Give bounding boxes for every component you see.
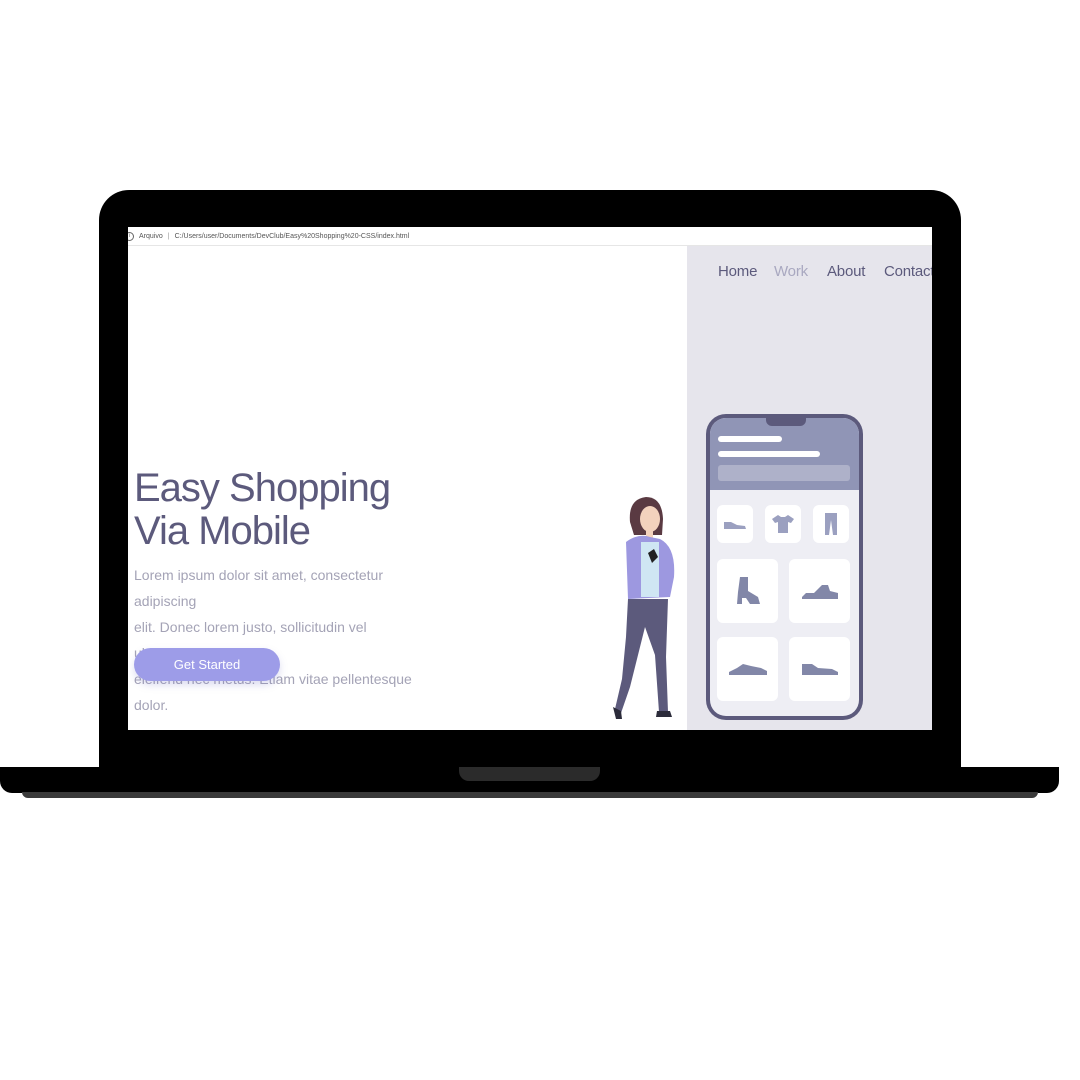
url-text[interactable]: C:/Users/user/Documents/DevClub/Easy%20S… (175, 233, 410, 240)
pants-icon (825, 513, 837, 535)
hero-title-line-1: Easy Shopping (134, 466, 391, 510)
nav-home[interactable]: Home (718, 263, 757, 280)
product-card (813, 505, 849, 543)
laptop-screen: i Arquivo | C:/Users/user/Documents/DevC… (128, 227, 932, 730)
sneaker-icon (724, 522, 746, 529)
product-card (717, 637, 778, 701)
phone-search-bar (718, 465, 850, 481)
product-card (717, 559, 778, 623)
product-card (717, 505, 753, 543)
hero-text-line-1: Lorem ipsum dolor sit amet, consectetur … (134, 567, 383, 609)
tshirt-icon (772, 515, 794, 533)
sneaker-icon (801, 664, 838, 675)
get-started-button[interactable]: Get Started (134, 648, 280, 681)
hero-title: Easy Shopping Via Mobile (134, 466, 391, 553)
product-card (789, 637, 850, 701)
woman-illustration (613, 497, 675, 719)
shoe-icon (728, 664, 767, 675)
browser-address-bar[interactable]: i Arquivo | C:/Users/user/Documents/DevC… (128, 227, 932, 246)
nav-contact[interactable]: Contact (884, 263, 932, 280)
product-card (789, 559, 850, 623)
hero-title-line-2: Via Mobile (134, 509, 311, 553)
laptop-base-shadow (22, 792, 1038, 798)
nav-about[interactable]: About (827, 263, 865, 280)
file-label: Arquivo (139, 232, 163, 240)
laptop-notch (459, 767, 600, 781)
info-icon[interactable]: i (128, 231, 134, 241)
phone-illustration (706, 414, 863, 720)
nav-work[interactable]: Work (774, 263, 808, 280)
running-shoe-icon (801, 585, 838, 599)
separator: | (167, 232, 170, 240)
hero-description: Lorem ipsum dolor sit amet, consectetur … (134, 562, 434, 718)
phone-header (710, 418, 859, 490)
boot-icon (736, 577, 760, 604)
product-card (765, 505, 801, 543)
